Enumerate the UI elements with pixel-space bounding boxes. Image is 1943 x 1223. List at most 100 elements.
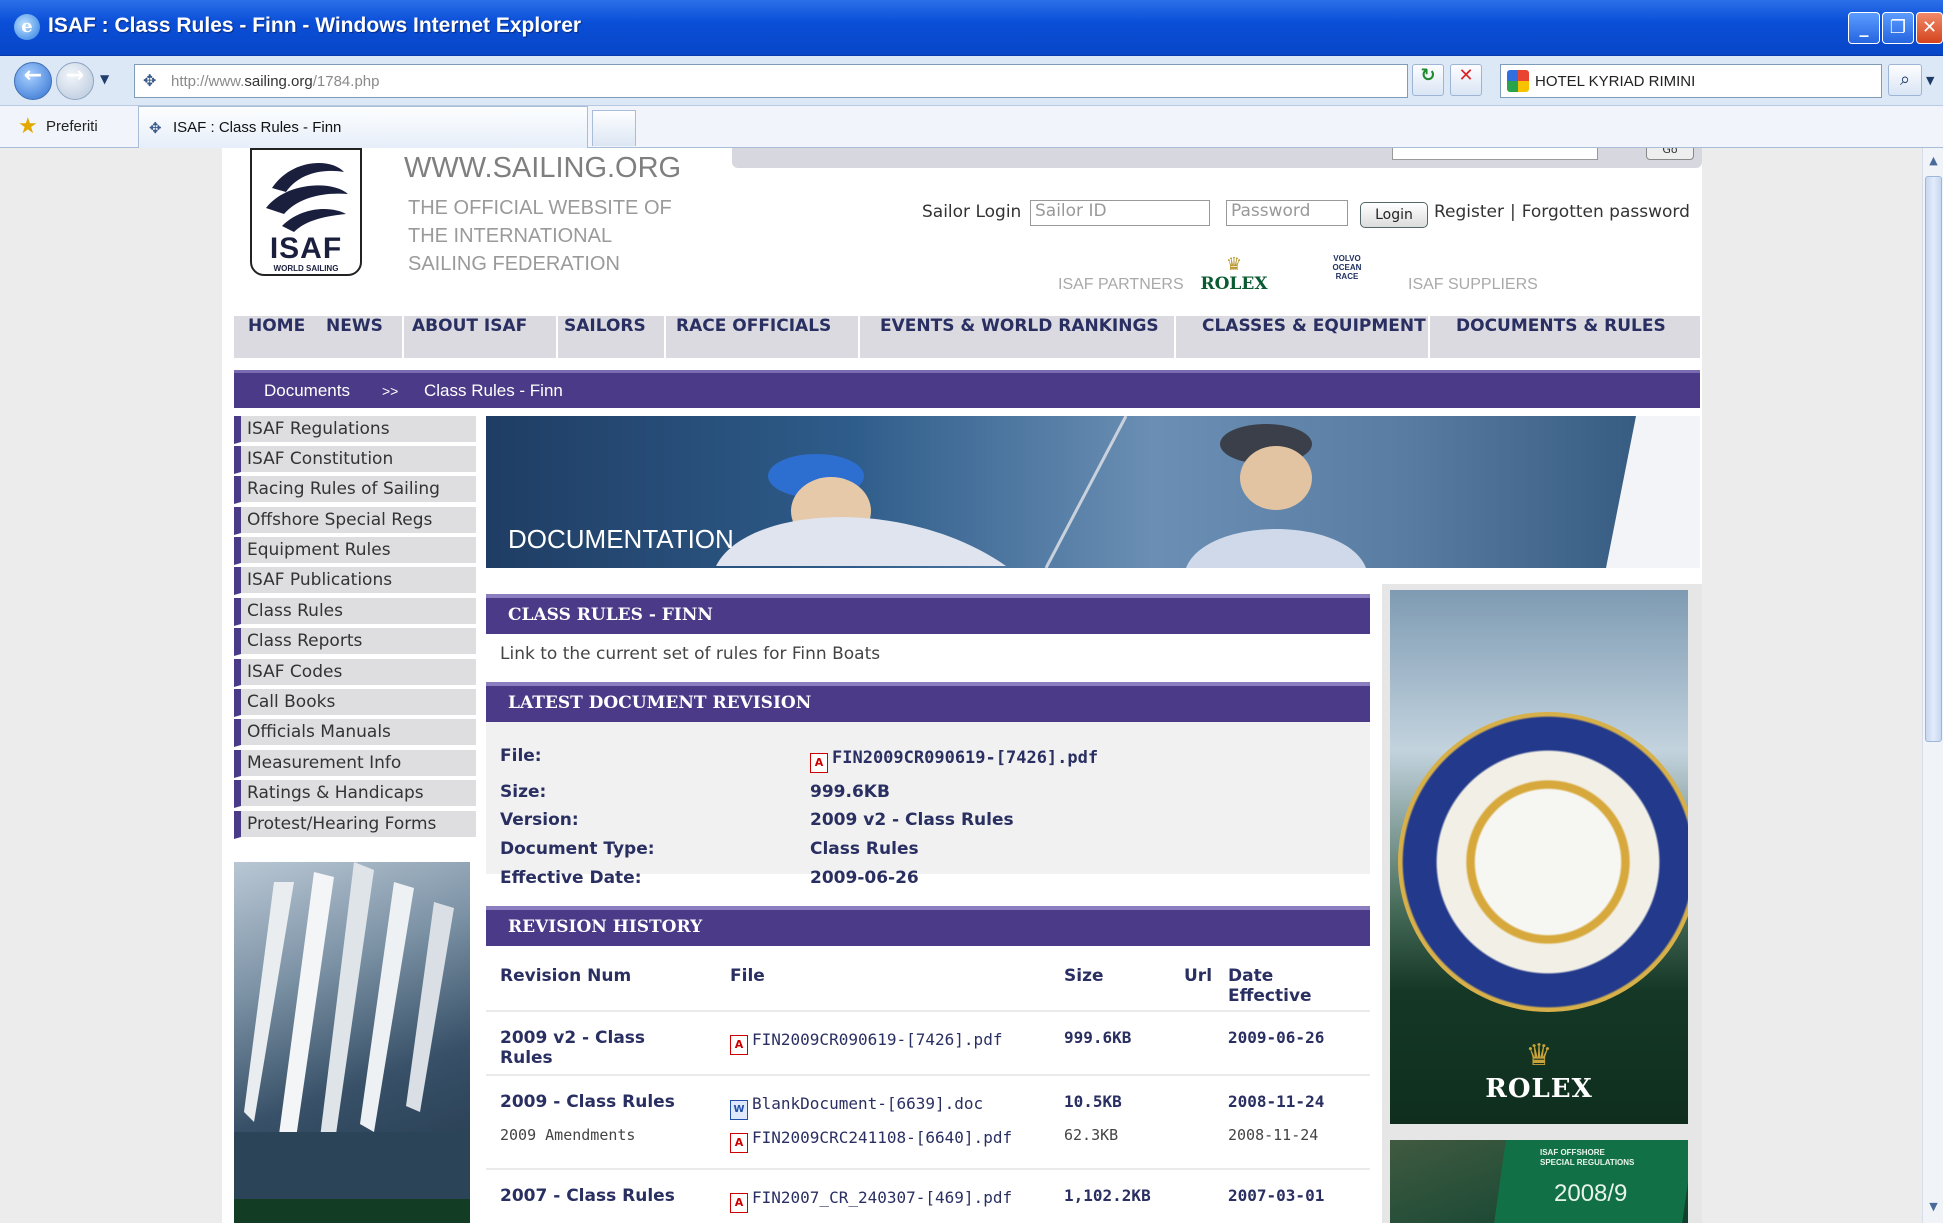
address-input[interactable]: ✥ http://www.sailing.org/1784.php ▼: [134, 64, 1541, 98]
nav-separator: [556, 316, 558, 360]
history-row-revision: 2007 - Class Rules: [500, 1186, 675, 1206]
page-viewport: Go ISAF WORLD SAILING WWW.SAILING.ORG TH…: [0, 148, 1922, 1223]
nav-classes-equipment[interactable]: CLASSES & EQUIPMENT: [1202, 316, 1426, 360]
search-options-icon[interactable]: ▼: [1926, 74, 1934, 87]
rolex-advertisement[interactable]: ♛ ROLEX: [1382, 584, 1702, 1194]
history-row-revision: 2009 v2 - Class Rules: [500, 1028, 645, 1068]
sidebar-item-offshore-special-regs[interactable]: Offshore Special Regs: [234, 507, 476, 535]
isaf-logo[interactable]: ISAF WORLD SAILING: [250, 148, 362, 276]
partners-label: ISAF PARTNERS: [1058, 276, 1184, 293]
search-value[interactable]: HOTEL KYRIAD RIMINI: [1535, 73, 1695, 90]
account-links: Register | Forgotten password: [1434, 202, 1690, 222]
sailor-id-input[interactable]: Sailor ID: [1030, 200, 1210, 226]
sailing-photo-ad[interactable]: [234, 862, 470, 1223]
row-divider: [486, 1168, 1370, 1170]
refresh-icon: ↻: [1420, 65, 1436, 86]
browser-window: e ISAF : Class Rules - Finn - Windows In…: [0, 0, 1943, 1223]
row-divider: [486, 1010, 1370, 1012]
sidebar-item-call-books[interactable]: Call Books: [234, 689, 476, 717]
nav-events-world-rankings[interactable]: EVENTS & WORLD RANKINGS: [880, 316, 1159, 360]
sidebar-item-ratings-handicaps[interactable]: Ratings & Handicaps: [234, 780, 476, 808]
forgotten-password-link[interactable]: Forgotten password: [1522, 202, 1690, 222]
nav-news[interactable]: NEWS: [326, 316, 383, 360]
search-icon: ⌕: [1899, 69, 1911, 90]
sidebar-item-class-reports[interactable]: Class Reports: [234, 628, 476, 656]
close-button[interactable]: ✕: [1916, 12, 1943, 44]
latest-file-link[interactable]: A FIN2009CR090619-[7426].pdf: [810, 748, 1098, 773]
nav-about-isaf[interactable]: ABOUT ISAF: [412, 316, 527, 360]
search-input[interactable]: HOTEL KYRIAD RIMINI: [1500, 64, 1882, 98]
forward-button[interactable]: →: [56, 62, 94, 100]
new-tab-button[interactable]: [592, 110, 636, 146]
book-title-line: SPECIAL REGULATIONS: [1540, 1158, 1635, 1167]
rolex-crown-icon: ♛: [1525, 1038, 1553, 1073]
search-button[interactable]: ⌕: [1888, 64, 1922, 96]
history-row-revision: 2009 - Class Rules: [500, 1092, 675, 1112]
site-search-go-button[interactable]: Go: [1646, 148, 1694, 160]
class-rules-header: CLASS RULES - FINN: [486, 594, 1370, 634]
breadcrumb-documents[interactable]: Documents: [264, 381, 350, 401]
history-subrow-revision: 2009 Amendments: [500, 1126, 636, 1144]
breadcrumb-current: Class Rules - Finn: [424, 381, 563, 400]
volvo-ocean-race-logo[interactable]: VOLVO OCEAN RACE: [1328, 254, 1366, 292]
maximize-button[interactable]: ❐: [1882, 12, 1914, 44]
scroll-down-icon[interactable]: ▼: [1925, 1198, 1942, 1216]
book-year: 2008/9: [1554, 1180, 1628, 1207]
minimize-button[interactable]: _: [1848, 12, 1880, 44]
tab-current[interactable]: ✥ ISAF : Class Rules - Finn: [138, 106, 588, 148]
sidebar-item-isaf-codes[interactable]: ISAF Codes: [234, 659, 476, 687]
nav-documents-rules[interactable]: DOCUMENTS & RULES: [1456, 316, 1666, 360]
latest-revision-heading: LATEST DOCUMENT REVISION: [508, 693, 812, 713]
sidebar-item-class-rules[interactable]: Class Rules: [234, 598, 476, 626]
stop-button[interactable]: ✕: [1450, 64, 1482, 96]
offshore-regs-advertisement[interactable]: ISAF OFFSHORE SPECIAL REGULATIONS 2008/9: [1382, 1134, 1702, 1223]
main-nav: HOME NEWS ABOUT ISAF SAILORS RACE OFFICI…: [234, 316, 1700, 362]
nav-sailors[interactable]: SAILORS: [564, 316, 646, 360]
address-toolbar: ← → ▼ ✥ http://www.sailing.org/1784.php …: [0, 56, 1943, 106]
history-row-file-link[interactable]: A FIN2009CR090619-[7426].pdf: [730, 1030, 1002, 1055]
history-row-file-link[interactable]: W BlankDocument-[6639].doc: [730, 1094, 983, 1120]
sidebar-item-protest-hearing-forms[interactable]: Protest/Hearing Forms: [234, 811, 476, 839]
site-tagline: THE OFFICIAL WEBSITE OF THE INTERNATIONA…: [408, 194, 708, 278]
history-subrow-date: 2008-11-24: [1228, 1126, 1319, 1144]
sailor-login-label: Sailor Login: [922, 202, 1022, 222]
sidebar-item-officials-manuals[interactable]: Officials Manuals: [234, 719, 476, 747]
sidebar-item-racing-rules[interactable]: Racing Rules of Sailing: [234, 476, 476, 504]
sidebar-item-isaf-constitution[interactable]: ISAF Constitution: [234, 446, 476, 474]
site-url-heading: WWW.SAILING.ORG: [404, 152, 682, 184]
history-subrow-size: 62.3KB: [1064, 1126, 1119, 1144]
nav-home[interactable]: HOME: [248, 316, 305, 360]
banner-title: DOCUMENTATION: [508, 524, 734, 554]
tagline-line: THE OFFICIAL WEBSITE OF: [408, 197, 672, 219]
register-link[interactable]: Register: [1434, 202, 1504, 222]
isaf-site: Go ISAF WORLD SAILING WWW.SAILING.ORG TH…: [222, 148, 1702, 1223]
back-button[interactable]: ←: [14, 62, 52, 100]
pdf-icon: A: [810, 753, 828, 773]
rolex-ad-word: ROLEX: [1485, 1074, 1593, 1104]
site-search-input[interactable]: [1392, 148, 1598, 160]
scroll-up-icon[interactable]: ▲: [1925, 152, 1942, 170]
history-subrow-file-link[interactable]: A FIN2009CRC241108-[6640].pdf: [730, 1128, 1012, 1153]
rolex-partner-logo[interactable]: ♛ ROLEX: [1194, 256, 1274, 295]
window-title: ISAF : Class Rules - Finn - Windows Inte…: [48, 14, 582, 37]
favorites-label[interactable]: Preferiti: [46, 118, 98, 135]
favorites-star-icon[interactable]: ★: [18, 114, 38, 139]
document-type-label: Document Type:: [500, 839, 655, 859]
nav-separator: [402, 316, 404, 360]
nav-separator: [1174, 316, 1176, 360]
sidebar-item-isaf-publications[interactable]: ISAF Publications: [234, 567, 476, 595]
favorites-bar: ★ Preferiti ✥ ISAF : Class Rules - Finn: [0, 106, 1943, 148]
sidebar-item-equipment-rules[interactable]: Equipment Rules: [234, 537, 476, 565]
history-row-file-link[interactable]: A FIN2007_CR_240307-[469].pdf: [730, 1188, 1012, 1213]
sidebar-item-isaf-regulations[interactable]: ISAF Regulations: [234, 416, 476, 444]
nav-race-officials[interactable]: RACE OFFICIALS: [676, 316, 831, 360]
sidebar-item-measurement-info[interactable]: Measurement Info: [234, 750, 476, 778]
scrollbar-thumb[interactable]: [1925, 176, 1942, 742]
refresh-button[interactable]: ↻: [1412, 64, 1444, 96]
latest-revision-header: LATEST DOCUMENT REVISION: [486, 682, 1370, 722]
password-input[interactable]: Password: [1226, 200, 1348, 226]
url-text[interactable]: http://www.sailing.org/1784.php: [171, 73, 379, 90]
history-dropdown-icon[interactable]: ▼: [100, 72, 109, 86]
login-button[interactable]: Login: [1360, 202, 1428, 228]
vertical-scrollbar[interactable]: ▲ ▼: [1922, 148, 1943, 1223]
